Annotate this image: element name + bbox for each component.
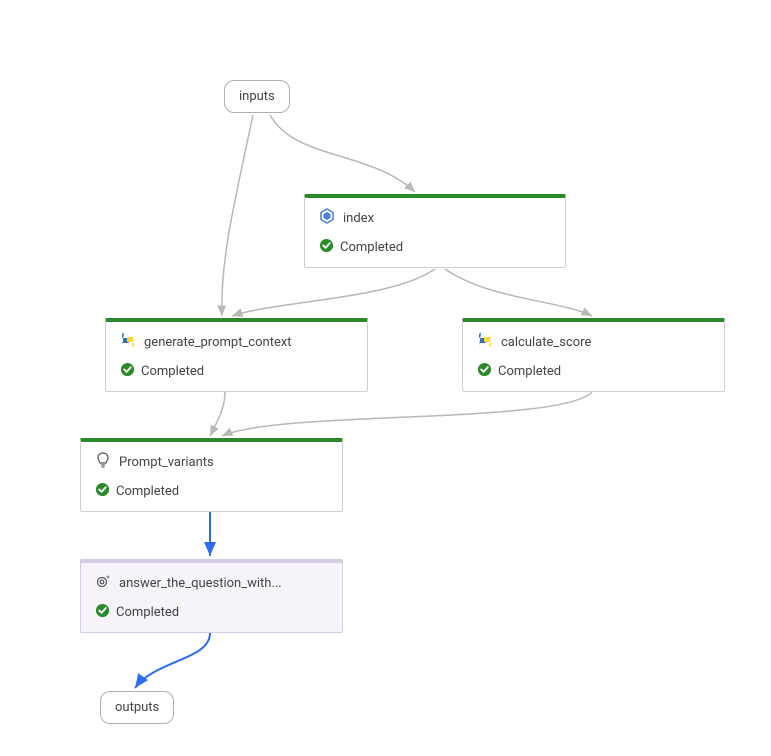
check-circle-icon xyxy=(319,238,334,257)
gear-sparkle-icon xyxy=(95,573,111,593)
index-label: index xyxy=(343,211,374,226)
lightbulb-icon xyxy=(95,452,111,472)
calculate-label: calculate_score xyxy=(501,335,591,350)
answer-label: answer_the_question_with... xyxy=(119,576,282,591)
index-node[interactable]: index Completed xyxy=(304,194,566,268)
edge-inputs-generate xyxy=(222,115,253,316)
calculate-status: Completed xyxy=(498,364,561,379)
outputs-label: outputs xyxy=(115,700,159,715)
prompt-variants-label: Prompt_variants xyxy=(119,455,214,470)
edge-generate-prompt xyxy=(210,392,225,436)
edge-index-calculate xyxy=(445,269,592,316)
calculate-score-node[interactable]: calculate_score Completed xyxy=(462,318,725,392)
edge-inputs-index xyxy=(270,115,415,192)
index-status: Completed xyxy=(340,240,403,255)
edge-calculate-prompt xyxy=(222,392,592,436)
inputs-label: inputs xyxy=(239,89,275,104)
hex-icon xyxy=(319,208,335,228)
inputs-node[interactable]: inputs xyxy=(224,80,290,113)
python-icon xyxy=(477,332,493,352)
generate-prompt-context-node[interactable]: generate_prompt_context Completed xyxy=(105,318,368,392)
check-circle-icon xyxy=(95,482,110,501)
outputs-node[interactable]: outputs xyxy=(100,691,174,724)
check-circle-icon xyxy=(95,603,110,622)
generate-status: Completed xyxy=(141,364,204,379)
edge-index-generate xyxy=(232,269,435,316)
check-circle-icon xyxy=(120,362,135,381)
prompt-variants-status: Completed xyxy=(116,484,179,499)
answer-the-question-node[interactable]: answer_the_question_with... Completed xyxy=(80,559,343,633)
generate-label: generate_prompt_context xyxy=(144,335,292,350)
prompt-variants-node[interactable]: Prompt_variants Completed xyxy=(80,438,343,512)
python-icon xyxy=(120,332,136,352)
answer-status: Completed xyxy=(116,605,179,620)
check-circle-icon xyxy=(477,362,492,381)
edge-answer-outputs xyxy=(135,633,210,688)
